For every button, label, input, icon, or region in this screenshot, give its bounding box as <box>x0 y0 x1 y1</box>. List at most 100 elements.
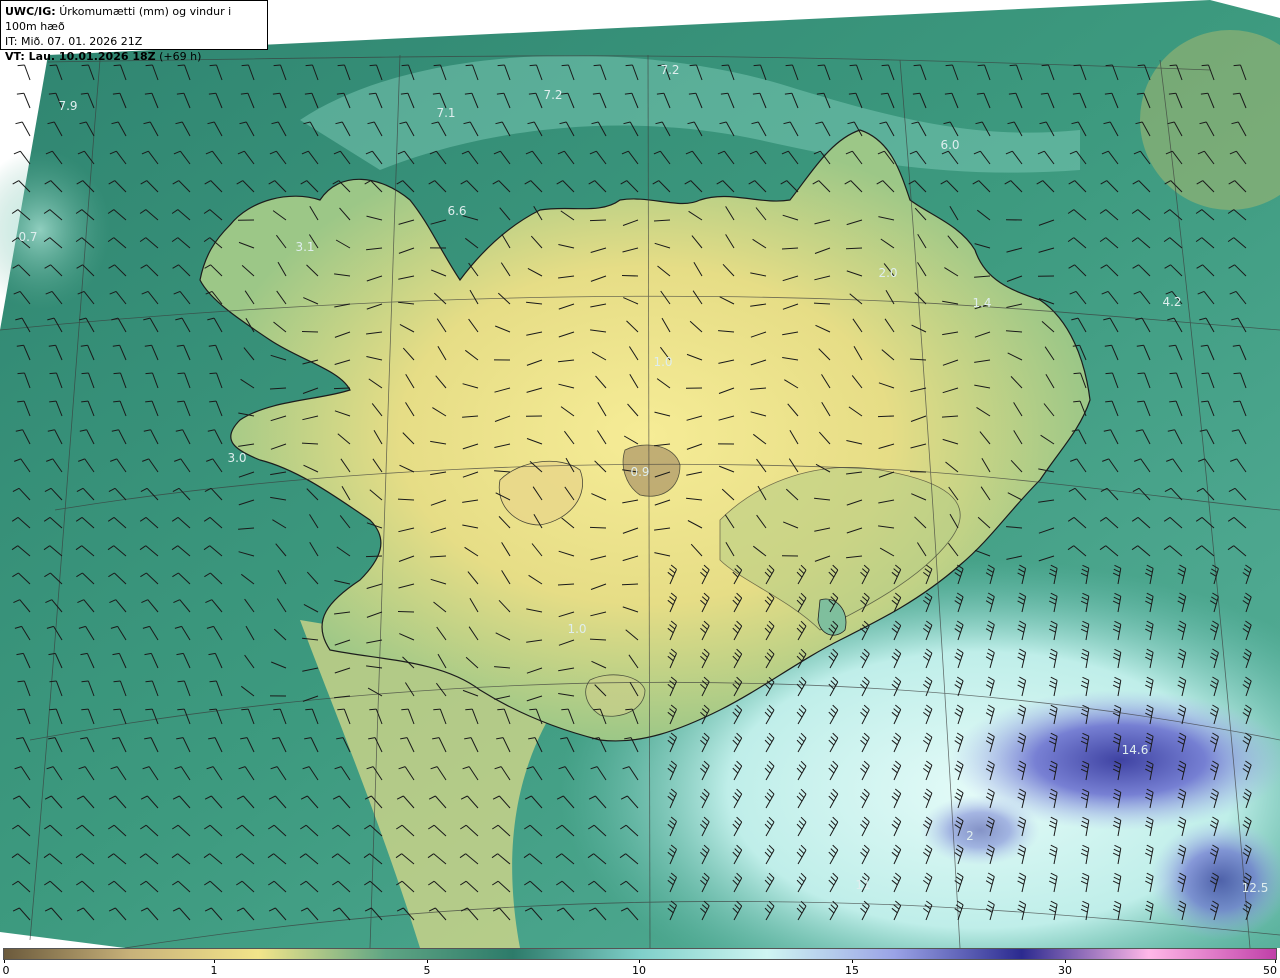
precip-value-label: 7.1 <box>436 106 455 120</box>
wind-barb-feather <box>49 372 57 375</box>
wind-barb-feather <box>1233 64 1241 67</box>
wind-barb-feather <box>49 680 57 683</box>
wind-barb <box>301 331 319 333</box>
precip-value-label: 2 <box>966 829 974 843</box>
wind-barb-feather <box>1233 372 1241 375</box>
wind-barb-feather <box>209 64 217 67</box>
wind-barb-feather <box>433 708 441 711</box>
colorbar-tickmark <box>427 960 428 963</box>
model-code: UWC/IG: <box>5 5 56 18</box>
wind-barb-feather <box>529 64 537 67</box>
colorbar-tickmark <box>214 960 215 963</box>
wind-barb-feather <box>49 64 57 67</box>
initial-time: IT: Mið. 07. 01. 2026 21Z <box>5 35 143 48</box>
wind-barb-feather <box>1073 372 1081 375</box>
wind-barb-feather <box>913 64 921 67</box>
wind-barb-feather <box>113 64 121 67</box>
wind-barb-feather <box>305 708 313 711</box>
precip-value-label: 6.6 <box>447 204 466 218</box>
forecast-offset: (+69 h) <box>159 50 202 63</box>
wind-barb-feather <box>177 372 185 375</box>
precip-value-label: 14.6 <box>1122 743 1149 757</box>
wind-barb-feather <box>593 64 601 67</box>
wind-barb-feather <box>1201 64 1209 67</box>
wind-barb-feather <box>497 708 505 711</box>
wind-barb-feather <box>369 64 377 67</box>
precip-value-label: 3.1 <box>295 240 314 254</box>
wind-barb-feather <box>849 64 857 67</box>
wind-barb-feather <box>305 64 313 67</box>
wind-barb-feather <box>17 708 25 711</box>
colorbar-tick-label: 15 <box>845 964 859 977</box>
wind-barb-feather <box>81 708 89 711</box>
wind-barb-feather <box>945 64 953 67</box>
wind-barb-feather <box>401 708 409 711</box>
wind-barb-feather <box>1137 372 1145 375</box>
wind-barb-feather <box>433 64 441 67</box>
wind-barb-feather <box>561 708 569 711</box>
wind-barb-feather <box>17 372 25 375</box>
wind-barb-feather <box>337 708 345 711</box>
precip-value-label: 6.0 <box>940 138 959 152</box>
wind-barb-feather <box>1201 372 1209 375</box>
colorbar-tickmark <box>1065 960 1066 963</box>
wind-barb-feather <box>497 64 505 67</box>
wind-barb-feather <box>465 708 473 711</box>
colorbar-tick-label: 30 <box>1058 964 1072 977</box>
wind-barb-feather <box>145 708 153 711</box>
wind-barb-feather <box>561 64 569 67</box>
wind-barb-feather <box>529 708 537 711</box>
wind-barb-feather <box>625 708 633 711</box>
wind-barb-feather <box>209 372 217 375</box>
colorbar-tickmark <box>1275 960 1276 963</box>
wind-barb <box>621 275 639 277</box>
precip-value-label: 0.7 <box>18 230 37 244</box>
wind-barb-feather <box>1009 64 1017 67</box>
wind-barb-feather <box>177 708 185 711</box>
wind-barb-feather <box>145 64 153 67</box>
wind-barb <box>845 247 863 250</box>
wind-barb-feather <box>369 708 377 711</box>
valid-time: VT: Lau. 10.01.2026 18Z <box>5 50 156 63</box>
wind-barb-feather <box>209 708 217 711</box>
wind-barb-feather <box>1073 64 1081 67</box>
wind-barb-feather <box>1105 372 1113 375</box>
colorbar-tickmark <box>4 960 5 963</box>
wind-barb-feather <box>817 64 825 67</box>
wind-barb-feather <box>145 680 153 683</box>
wind-barb-feather <box>1041 64 1049 67</box>
colorbar: 0 1 5 10 15 30 50 <box>0 948 1280 978</box>
colorbar-tick-label: 1 <box>210 964 218 977</box>
wind-barb-feather <box>881 64 889 67</box>
wind-barb-feather <box>49 708 57 711</box>
colorbar-tickmark <box>639 960 640 963</box>
wind-barb-feather <box>241 64 249 67</box>
colorbar-tickmark <box>852 960 853 963</box>
wind-barb-feather <box>113 708 121 711</box>
precip-value-label: 2.0 <box>878 266 897 280</box>
wind-barb <box>621 583 639 586</box>
wind-barb-feather <box>81 372 89 375</box>
wind-barb-feather <box>689 64 697 67</box>
wind-barb-feather <box>785 64 793 67</box>
wind-barb-feather <box>81 680 89 683</box>
wind-barb-feather <box>1169 64 1177 67</box>
wind-barb-feather <box>593 708 601 711</box>
header-title-line: UWC/IG: Úrkomumætti (mm) og vindur i 100… <box>5 4 263 34</box>
wind-barb-feather <box>1137 64 1145 67</box>
wind-barb-feather <box>113 680 121 683</box>
precip-value-label: 1.0 <box>567 622 586 636</box>
wind-barb-feather <box>81 64 89 67</box>
wind-barb <box>333 387 351 390</box>
wind-barb <box>589 219 607 222</box>
wind-barb-feather <box>113 372 121 375</box>
precip-value-label: 12.5 <box>1242 881 1269 895</box>
colorbar-tick-label: 50 <box>1263 964 1277 977</box>
wind-barb-feather <box>145 372 153 375</box>
wind-barb <box>365 555 383 558</box>
colorbar-tick-label: 0 <box>2 964 10 977</box>
wind-barb-feather <box>337 64 345 67</box>
wind-barb-feather <box>977 64 985 67</box>
wind-barb-feather <box>401 64 409 67</box>
wind-barb-feather <box>273 708 281 711</box>
